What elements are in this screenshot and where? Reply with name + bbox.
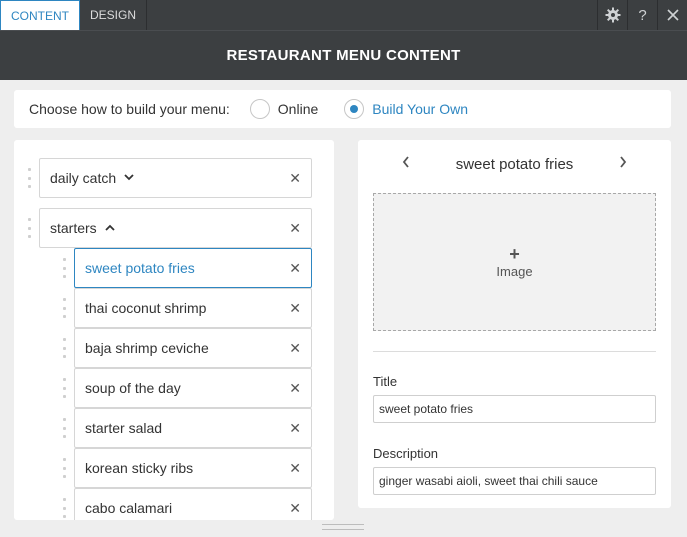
close-icon[interactable]: ✕ (289, 300, 301, 317)
tab-content[interactable]: CONTENT (0, 0, 80, 30)
radio-online[interactable] (249, 99, 270, 119)
item-editor-panel: sweet potato fries + Image Title Descrip… (358, 140, 671, 508)
item-starter-salad[interactable]: starter salad ✕ (74, 408, 312, 448)
close-icon[interactable]: ✕ (289, 420, 301, 437)
close-button[interactable] (657, 0, 687, 30)
description-label: Description (373, 446, 439, 461)
close-icon[interactable]: ✕ (289, 170, 301, 187)
close-icon[interactable]: ✕ (289, 500, 301, 517)
build-method-bar: Choose how to build your menu: Online Bu… (14, 90, 671, 128)
item-baja-shrimp-ceviche[interactable]: baja shrimp ceviche ✕ (74, 328, 312, 368)
section-label: starters (50, 220, 97, 236)
chevron-left-icon[interactable] (402, 155, 410, 171)
item-label: sweet potato fries (85, 260, 195, 276)
drag-handle[interactable] (28, 218, 34, 238)
help-button[interactable]: ? (627, 0, 657, 30)
tab-bar-spacer (147, 0, 597, 30)
tab-design[interactable]: DESIGN (80, 0, 148, 30)
close-icon[interactable]: ✕ (289, 260, 301, 277)
build-method-question: Choose how to build your menu: (29, 101, 230, 117)
top-tab-bar: CONTENT DESIGN ? (0, 0, 687, 30)
item-label: starter salad (85, 420, 163, 436)
chevron-down-icon[interactable] (124, 172, 134, 184)
close-icon[interactable]: ✕ (289, 460, 301, 477)
item-korean-sticky-ribs[interactable]: korean sticky ribs ✕ (74, 448, 312, 488)
close-icon[interactable]: ✕ (289, 340, 301, 357)
page-title: RESTAURANT MENU CONTENT (226, 47, 461, 64)
menu-tree-panel: daily catch ✕ starters ✕ sweet potato fr… (14, 140, 334, 520)
header-bar: RESTAURANT MENU CONTENT (0, 30, 687, 80)
current-item-name: sweet potato fries (455, 155, 574, 173)
close-icon[interactable]: ✕ (289, 380, 301, 397)
drag-handle[interactable] (28, 168, 34, 188)
section-label: daily catch (50, 170, 117, 186)
item-label: soup of the day (85, 380, 181, 396)
title-label: Title (373, 374, 398, 389)
divider (373, 351, 656, 352)
drag-handle[interactable] (63, 418, 69, 438)
image-label: Image (496, 263, 533, 279)
item-sweet-potato-fries[interactable]: sweet potato fries ✕ (74, 248, 312, 288)
radio-build-your-own[interactable] (344, 99, 365, 119)
option-online[interactable]: Online (249, 99, 319, 119)
drag-handle[interactable] (63, 458, 69, 478)
item-cabo-calamari[interactable]: cabo calamari ✕ (74, 488, 312, 520)
option-build-your-own-label: Build Your Own (372, 101, 468, 117)
plus-icon: + (509, 243, 520, 264)
item-navigator: sweet potato fries (358, 152, 671, 176)
item-label: cabo calamari (85, 500, 173, 516)
item-thai-coconut-shrimp[interactable]: thai coconut shrimp ✕ (74, 288, 312, 328)
settings-button[interactable] (597, 0, 627, 30)
item-label: korean sticky ribs (85, 460, 194, 476)
close-icon (666, 9, 679, 21)
drag-handle[interactable] (63, 298, 69, 318)
chevron-right-icon[interactable] (619, 155, 627, 171)
gear-icon (605, 7, 620, 23)
description-field[interactable] (373, 467, 656, 495)
drag-handle[interactable] (63, 378, 69, 398)
option-online-label: Online (277, 101, 319, 117)
section-daily-catch[interactable]: daily catch ✕ (39, 158, 312, 198)
close-icon[interactable]: ✕ (289, 220, 301, 237)
item-label: baja shrimp ceviche (85, 340, 209, 356)
chevron-up-icon[interactable] (105, 222, 115, 234)
drag-handle[interactable] (63, 498, 69, 518)
title-field[interactable] (373, 395, 656, 423)
item-soup-of-the-day[interactable]: soup of the day ✕ (74, 368, 312, 408)
drag-handle[interactable] (63, 258, 69, 278)
item-label: thai coconut shrimp (85, 300, 207, 316)
drag-handle[interactable] (63, 338, 69, 358)
section-starters[interactable]: starters ✕ (39, 208, 312, 248)
resize-handle[interactable] (322, 524, 364, 530)
option-build-your-own[interactable]: Build Your Own (344, 99, 468, 119)
image-upload-area[interactable]: + Image (373, 193, 656, 331)
